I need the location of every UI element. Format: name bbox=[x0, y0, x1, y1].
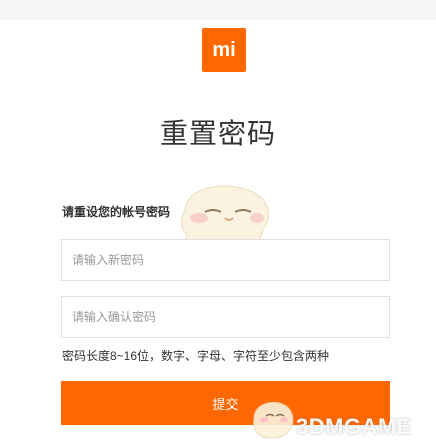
form-subtitle: 请重设您的帐号密码 bbox=[62, 205, 171, 219]
watermark-text: 3DMGAME bbox=[296, 414, 412, 439]
mi-logo: mi bbox=[202, 28, 246, 72]
mascot-logo-icon bbox=[253, 401, 294, 439]
top-band bbox=[0, 0, 436, 20]
site-watermark: 3DMGAME bbox=[246, 388, 436, 444]
password-hint: 密码长度8~16位，数字、字母、字符至少包含两种 bbox=[62, 349, 330, 363]
page-title: 重置密码 bbox=[159, 118, 276, 149]
confirm-password-input[interactable] bbox=[61, 296, 390, 338]
new-password-input[interactable] bbox=[61, 239, 390, 281]
